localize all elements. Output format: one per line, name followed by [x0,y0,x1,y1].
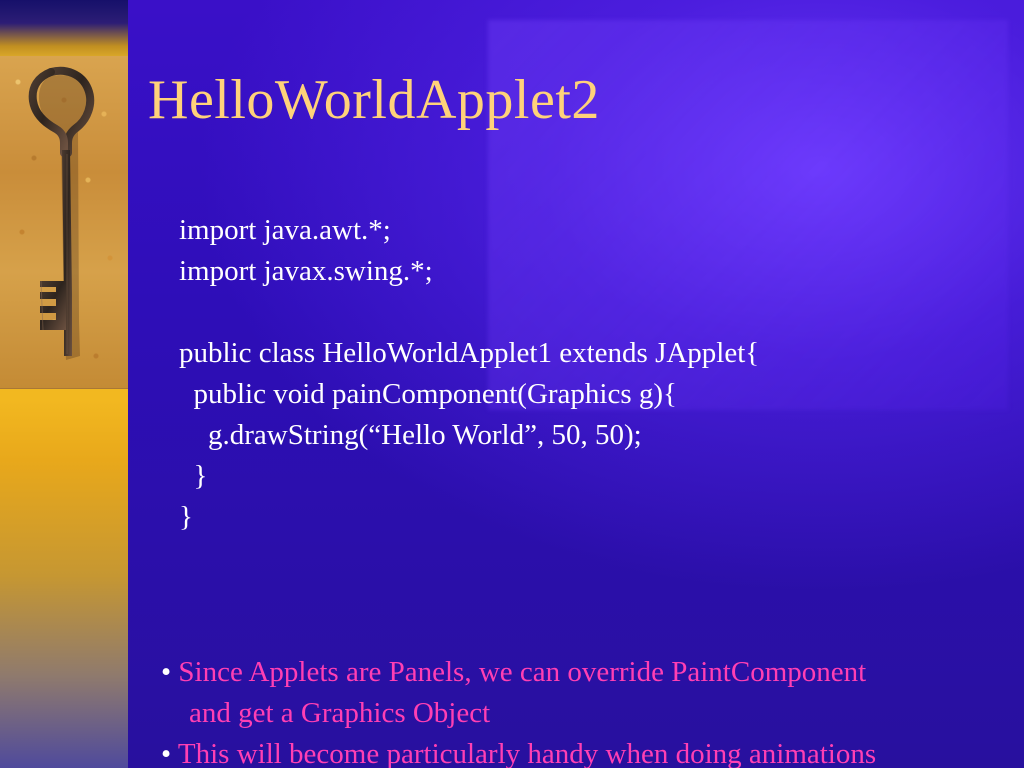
bullet-text-continuation: and get a Graphics Object [189,697,491,729]
key-photo [0,56,128,389]
code-line: } [179,460,208,492]
code-block: import java.awt.*; import javax.swing.*;… [179,210,999,538]
code-line: public void painComponent(Graphics g){ [179,378,677,410]
bullet-icon: • [161,738,172,768]
bullet-item: • This will become particularly handy wh… [161,734,1021,768]
code-line: public class HelloWorldApplet1 extends J… [179,337,760,369]
bullet-text: This will become particularly handy when… [177,738,877,768]
left-decorative-strip [0,0,128,768]
bullet-list: • Since Applets are Panels, we can overr… [161,652,1021,768]
bullet-text: Since Applets are Panels, we can overrid… [178,656,867,688]
slide-canvas: HelloWorldApplet2 import java.awt.*; imp… [0,0,1024,768]
code-line: } [179,501,193,533]
code-line: import javax.swing.*; [179,255,433,287]
bullet-item: • Since Applets are Panels, we can overr… [161,652,1021,693]
key-icon [28,66,95,361]
code-line: import java.awt.*; [179,214,391,246]
bullet-icon: • [161,656,172,688]
code-line: g.drawString(“Hello World”, 50, 50); [179,419,642,451]
slide-title: HelloWorldApplet2 [148,69,600,131]
